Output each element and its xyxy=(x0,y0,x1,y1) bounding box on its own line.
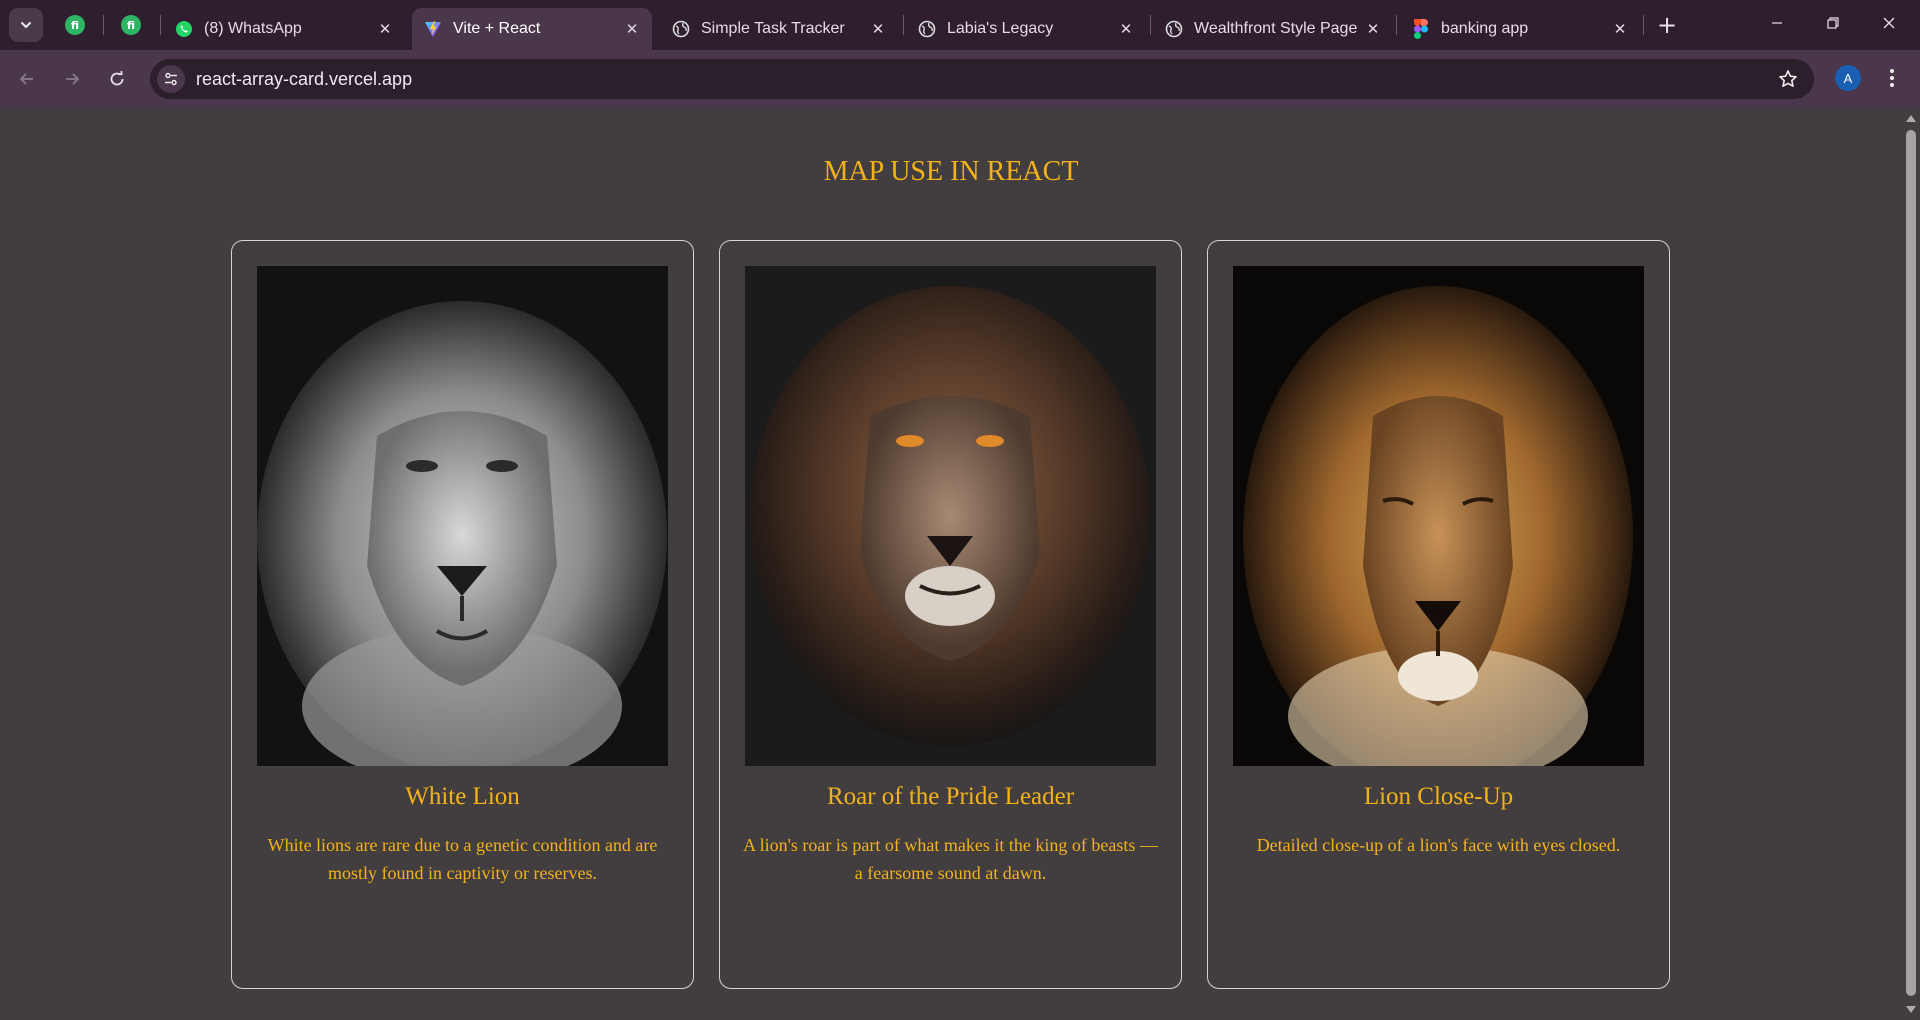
globe-icon xyxy=(918,20,936,38)
tab-search-button[interactable] xyxy=(9,8,43,42)
tab-separator xyxy=(1396,15,1397,35)
figma-icon xyxy=(1412,19,1430,39)
more-vertical-icon xyxy=(1890,69,1894,87)
restore-icon xyxy=(1827,17,1839,29)
close-icon[interactable]: ✕ xyxy=(868,19,888,39)
lion-card: Roar of the Pride Leader A lion's roar i… xyxy=(719,240,1182,989)
globe-icon xyxy=(672,20,690,38)
vite-icon xyxy=(424,20,442,38)
page-title: MAP USE IN REACT xyxy=(823,156,1079,187)
close-window-button[interactable] xyxy=(1866,6,1912,40)
arrow-left-icon xyxy=(19,73,33,85)
globe-icon xyxy=(1165,20,1183,38)
tab-title: (8) WhatsApp xyxy=(204,20,302,37)
address-bar[interactable]: react-array-card.vercel.app xyxy=(150,59,1814,99)
forward-button[interactable] xyxy=(55,62,89,96)
arrow-right-icon xyxy=(66,73,80,85)
tab-separator xyxy=(160,15,161,35)
whatsapp-icon xyxy=(175,20,193,38)
bookmark-star-button[interactable] xyxy=(1776,67,1800,91)
site-info-button[interactable] xyxy=(157,65,185,93)
card-title: White Lion xyxy=(405,783,520,810)
tab-title: Vite + React xyxy=(453,20,541,37)
lion-card: Lion Close-Up Detailed close-up of a lio… xyxy=(1207,240,1670,989)
tab-title: Wealthfront Style Page xyxy=(1194,20,1358,37)
tab-separator xyxy=(1150,15,1151,35)
tab-labias-legacy[interactable]: Labia's Legacy ✕ xyxy=(906,8,1146,50)
tab-title: Labia's Legacy xyxy=(947,20,1054,37)
star-icon xyxy=(1779,70,1797,87)
tab-banking-app[interactable]: banking app ✕ xyxy=(1400,8,1640,50)
fi-icon: fi xyxy=(121,15,141,35)
lion-card: White Lion White lions are rare due to a… xyxy=(231,240,694,989)
pinned-tab-1[interactable]: fi xyxy=(55,8,95,42)
lion-photo-white xyxy=(257,266,668,766)
profile-avatar[interactable]: A xyxy=(1835,65,1861,91)
close-icon[interactable]: ✕ xyxy=(1610,19,1630,39)
card-description: A lion's roar is part of what makes it t… xyxy=(743,835,1158,883)
card-description: Detailed close-up of a lion's face with … xyxy=(1256,835,1621,855)
close-icon xyxy=(1883,17,1895,29)
pinned-tab-2[interactable]: fi xyxy=(111,8,151,42)
tab-simple-task-tracker[interactable]: Simple Task Tracker ✕ xyxy=(660,8,898,50)
tab-title: Simple Task Tracker xyxy=(701,20,845,37)
url-text[interactable]: react-array-card.vercel.app xyxy=(196,69,412,90)
tab-separator xyxy=(903,15,904,35)
new-tab-button[interactable]: + xyxy=(1652,10,1682,40)
chevron-down-icon xyxy=(21,22,31,29)
tab-vite-react[interactable]: Vite + React ✕ xyxy=(412,8,652,50)
browser-toolbar: react-array-card.vercel.app A xyxy=(0,50,1920,108)
minimize-icon xyxy=(1772,22,1782,24)
card-title: Roar of the Pride Leader xyxy=(826,783,1075,810)
close-icon[interactable]: ✕ xyxy=(622,19,642,39)
close-icon[interactable]: ✕ xyxy=(375,19,395,39)
back-button[interactable] xyxy=(10,62,44,96)
restore-button[interactable] xyxy=(1810,6,1856,40)
tab-strip: fi fi (8) WhatsApp ✕ Vite + React ✕ Simp… xyxy=(0,0,1920,50)
tune-icon xyxy=(165,72,177,86)
fi-icon: fi xyxy=(65,15,85,35)
scroll-down-arrow[interactable] xyxy=(1906,1006,1916,1013)
card-description: White lions are rare due to a genetic co… xyxy=(267,835,658,883)
tab-whatsapp[interactable]: (8) WhatsApp ✕ xyxy=(163,8,405,50)
tab-separator xyxy=(1643,15,1644,35)
close-icon[interactable]: ✕ xyxy=(1363,19,1383,39)
lion-photo-golden xyxy=(1233,266,1644,766)
minimize-button[interactable] xyxy=(1754,6,1800,40)
lion-photo-dark xyxy=(745,266,1156,766)
browser-menu-button[interactable] xyxy=(1880,63,1904,93)
page-scrollbar[interactable] xyxy=(1902,108,1920,1020)
scrollbar-thumb[interactable] xyxy=(1906,130,1916,996)
tab-wealthfront-style-page[interactable]: Wealthfront Style Page ✕ xyxy=(1153,8,1393,50)
tab-separator xyxy=(103,15,104,35)
reload-button[interactable] xyxy=(100,62,134,96)
card-title: Lion Close-Up xyxy=(1363,783,1514,810)
reload-icon xyxy=(110,71,124,86)
tab-title: banking app xyxy=(1441,20,1529,37)
plus-icon: + xyxy=(1656,11,1678,39)
scroll-up-arrow[interactable] xyxy=(1906,115,1916,122)
page-content: MAP USE IN REACT White Lion White lions … xyxy=(0,108,1902,1020)
close-icon[interactable]: ✕ xyxy=(1116,19,1136,39)
